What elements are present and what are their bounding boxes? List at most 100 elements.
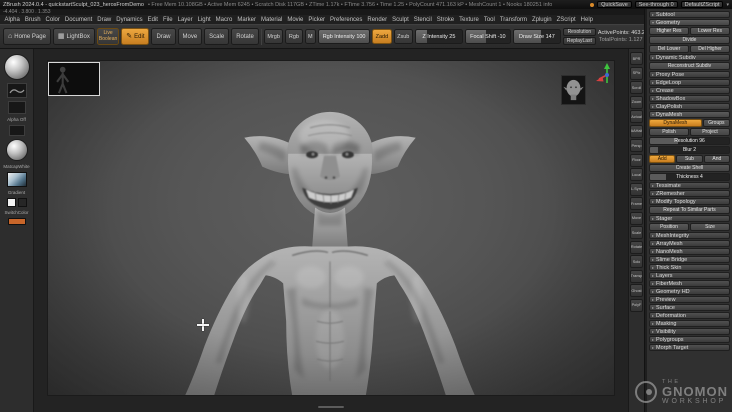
orientation-gizmo[interactable] (594, 61, 620, 87)
tray-section-nanomesh[interactable]: ▸ NanoMesh (649, 248, 730, 255)
color-picker[interactable] (6, 172, 27, 187)
scale-button[interactable]: Scale (204, 28, 230, 45)
rightshelf-transp-button[interactable]: Transp (630, 269, 643, 283)
tray-section-fibermesh[interactable]: ▸ FiberMesh (649, 280, 730, 287)
resolution-button[interactable]: Resolution (562, 28, 596, 36)
tray-repeat-to-similar-parts-button[interactable]: Repeat To Similar Parts (649, 206, 730, 214)
tray-reconstruct-subdiv-button[interactable]: Reconstruct Subdiv (649, 62, 730, 70)
edit-button[interactable]: ✎ Edit (121, 28, 150, 45)
menu-help[interactable]: Help (578, 17, 595, 23)
home-page-button[interactable]: ⌂ Home Page (3, 28, 51, 45)
rightshelf-rotate-button[interactable]: Rotate (630, 240, 643, 254)
tray-section-masking[interactable]: ▸ Masking (649, 320, 730, 327)
texture-thumbnail[interactable] (8, 125, 25, 136)
tray-sub-button[interactable]: Sub (676, 155, 703, 163)
menu-macro[interactable]: Macro (213, 17, 235, 23)
tray-section-visibility[interactable]: ▸ Visibility (649, 328, 730, 335)
quicksave-button[interactable]: QuickSave (597, 1, 632, 8)
current-color-swatch[interactable] (7, 218, 26, 225)
replay-last-button[interactable]: ReplayLast (562, 37, 596, 45)
material-thumbnail[interactable] (5, 139, 28, 161)
rightshelf-move-button[interactable]: Move (630, 211, 643, 225)
default-zscript-button[interactable]: DefaultZScript (680, 1, 724, 8)
stroke-thumbnail[interactable] (6, 83, 27, 98)
rightshelf-frame-button[interactable]: Frame (630, 197, 643, 210)
document-hscrollbar[interactable] (317, 405, 345, 409)
tray-section-thick-skin[interactable]: ▸ Thick Skin (649, 264, 730, 271)
tray-polish-button[interactable]: Polish (649, 128, 689, 136)
tray-blur-2-slider[interactable]: Blur 2 (649, 146, 730, 154)
tray-section-polygroups[interactable]: ▸ Polygroups (649, 336, 730, 343)
alpha-thumbnail[interactable] (7, 101, 26, 114)
rightshelf-l-sym-button[interactable]: L.Sym (630, 182, 643, 196)
secondary-color-swatch[interactable] (17, 198, 27, 207)
menu-document[interactable]: Document (62, 17, 94, 23)
lightbox-button[interactable]: ▦ LightBox (52, 28, 95, 45)
brush-thumbnail[interactable] (3, 54, 30, 80)
tray-add-button[interactable]: Add (649, 155, 676, 163)
zsub-toggle[interactable]: Zsub (393, 29, 413, 44)
menu-draw[interactable]: Draw (95, 17, 114, 23)
tray-section-proxy-pose[interactable]: ▸ Proxy Pose (649, 71, 730, 78)
tray-section-claypolish[interactable]: ▸ ClayPolish (649, 103, 730, 110)
document[interactable] (47, 60, 615, 396)
tray-section-surface[interactable]: ▸ Surface (649, 304, 730, 311)
tray-thickness-4-slider[interactable]: Thickness 4 (649, 173, 730, 181)
menu-dynamics[interactable]: Dynamics (114, 17, 145, 23)
menu-layer[interactable]: Layer (175, 17, 195, 23)
rgb-toggle[interactable]: Rgb (285, 29, 303, 44)
tray-del-lower-button[interactable]: Del Lower (649, 45, 689, 53)
reference-thumbnail[interactable] (48, 62, 100, 96)
main-color-swatch[interactable] (6, 198, 16, 207)
tray-and-button[interactable]: And (703, 155, 730, 163)
see-through-slider[interactable]: See-through 0 (634, 1, 678, 8)
tray-section-subtool[interactable]: ▸ Subtool (649, 11, 730, 18)
tray-divide-button[interactable]: Divide (649, 36, 730, 44)
tray-section-slime-bridge[interactable]: ▸ Slime Bridge (649, 256, 730, 263)
rightshelf-solo-button[interactable]: Solo (630, 255, 643, 268)
tray-del-higher-button[interactable]: Del Higher (690, 45, 730, 53)
menu-render[interactable]: Render (365, 17, 390, 23)
tray-section-preview[interactable]: ▸ Preview (649, 296, 730, 303)
rotate-button[interactable]: Rotate (231, 28, 259, 45)
tray-section-dynamesh[interactable]: ▾ DynaMesh (649, 111, 730, 118)
rightshelf-aahalf-button[interactable]: AAHalf (630, 124, 643, 138)
tray-section-morph-target[interactable]: ▸ Morph Target (649, 344, 730, 351)
menu-sculpt[interactable]: Sculpt (390, 17, 412, 23)
menu-alpha[interactable]: Alpha (2, 17, 22, 23)
tray-section-geometry[interactable]: ▾ Geometry (649, 19, 730, 26)
menu-stroke[interactable]: Stroke (434, 17, 456, 23)
tray-section-shadowbox[interactable]: ▸ ShadowBox (649, 95, 730, 102)
draw-button[interactable]: Draw (151, 28, 176, 45)
tray-section-edgeloop[interactable]: ▸ EdgeLoop (649, 79, 730, 86)
tray-section-stager[interactable]: ▸ Stager (649, 215, 730, 222)
move-button[interactable]: Move (177, 28, 203, 45)
tray-higher-res-button[interactable]: Higher Res (649, 27, 689, 35)
menu-zscript[interactable]: ZScript (554, 17, 578, 23)
tool-preview-thumbnail[interactable] (561, 75, 586, 105)
z-intensity-slider[interactable]: Z Intensity 25 (414, 29, 463, 44)
tray-section-crease[interactable]: ▸ Crease (649, 87, 730, 94)
rightshelf-bpr-button[interactable]: BPR (630, 52, 643, 65)
menu-edit[interactable]: Edit (145, 17, 160, 23)
tray-section-dynamic-subdiv[interactable]: ▸ Dynamic Subdiv (649, 54, 730, 61)
tray-section-meshintegrity[interactable]: ▸ MeshIntegrity (649, 232, 730, 239)
menu-zplugin[interactable]: Zplugin (529, 17, 554, 23)
tray-section-layers[interactable]: ▸ Layers (649, 272, 730, 279)
rightshelf-polyf-button[interactable]: PolyF (630, 298, 643, 312)
rgb-intensity-slider[interactable]: Rgb Intensity 100 (318, 29, 371, 44)
menu-preferences[interactable]: Preferences (328, 17, 365, 23)
tray-section-modify-topology[interactable]: ▸ Modify Topology (649, 198, 730, 205)
tray-resolution-96-slider[interactable]: Resolution 96 (649, 137, 730, 145)
tray-position-button[interactable]: Position (649, 223, 689, 231)
menu-stencil[interactable]: Stencil (411, 17, 434, 23)
focal-shift-slider[interactable]: Focal Shift -10 (464, 29, 511, 44)
rightshelf-scroll-button[interactable]: Scroll (630, 81, 643, 94)
mrgb-toggle[interactable]: Mrgb (263, 29, 284, 44)
rightshelf-local-button[interactable]: Local (630, 168, 643, 181)
tray-project-button[interactable]: Project (690, 128, 730, 136)
canvas[interactable] (34, 49, 628, 412)
menu-material[interactable]: Material (259, 17, 285, 23)
tray-size-button[interactable]: Size (690, 223, 730, 231)
tray-dynamesh-button[interactable]: DynaMesh (649, 119, 702, 127)
